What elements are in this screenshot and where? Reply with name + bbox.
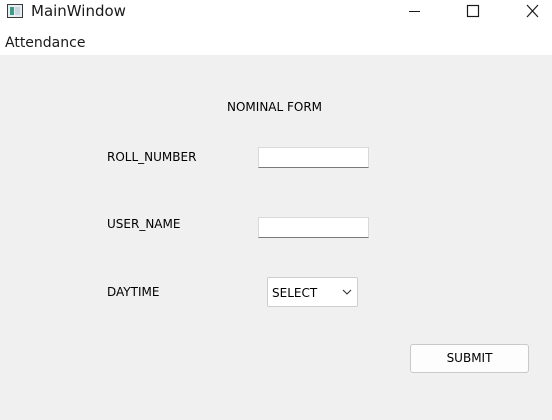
user-name-label: USER_NAME — [107, 217, 181, 231]
daytime-dropdown[interactable]: SELECT — [267, 277, 358, 307]
close-icon — [526, 4, 539, 18]
window-title: MainWindow — [31, 2, 126, 20]
maximize-button[interactable] — [450, 0, 496, 30]
close-button[interactable] — [509, 0, 552, 30]
roll-number-label: ROLL_NUMBER — [107, 150, 197, 164]
daytime-selected-value: SELECT — [272, 286, 318, 300]
menu-attendance[interactable]: Attendance — [5, 35, 85, 51]
chevron-down-icon — [342, 289, 352, 295]
title-bar: MainWindow — [0, 0, 552, 30]
menu-bar: Attendance — [0, 30, 552, 55]
form-title: NOMINAL FORM — [227, 100, 323, 114]
minimize-icon — [409, 11, 420, 12]
submit-button[interactable]: SUBMIT — [410, 344, 529, 373]
maximize-icon — [466, 4, 480, 18]
roll-number-input[interactable] — [258, 147, 369, 168]
minimize-button[interactable] — [391, 0, 437, 30]
daytime-label: DAYTIME — [107, 285, 160, 299]
user-name-input[interactable] — [258, 217, 369, 238]
app-window-icon — [7, 4, 23, 18]
